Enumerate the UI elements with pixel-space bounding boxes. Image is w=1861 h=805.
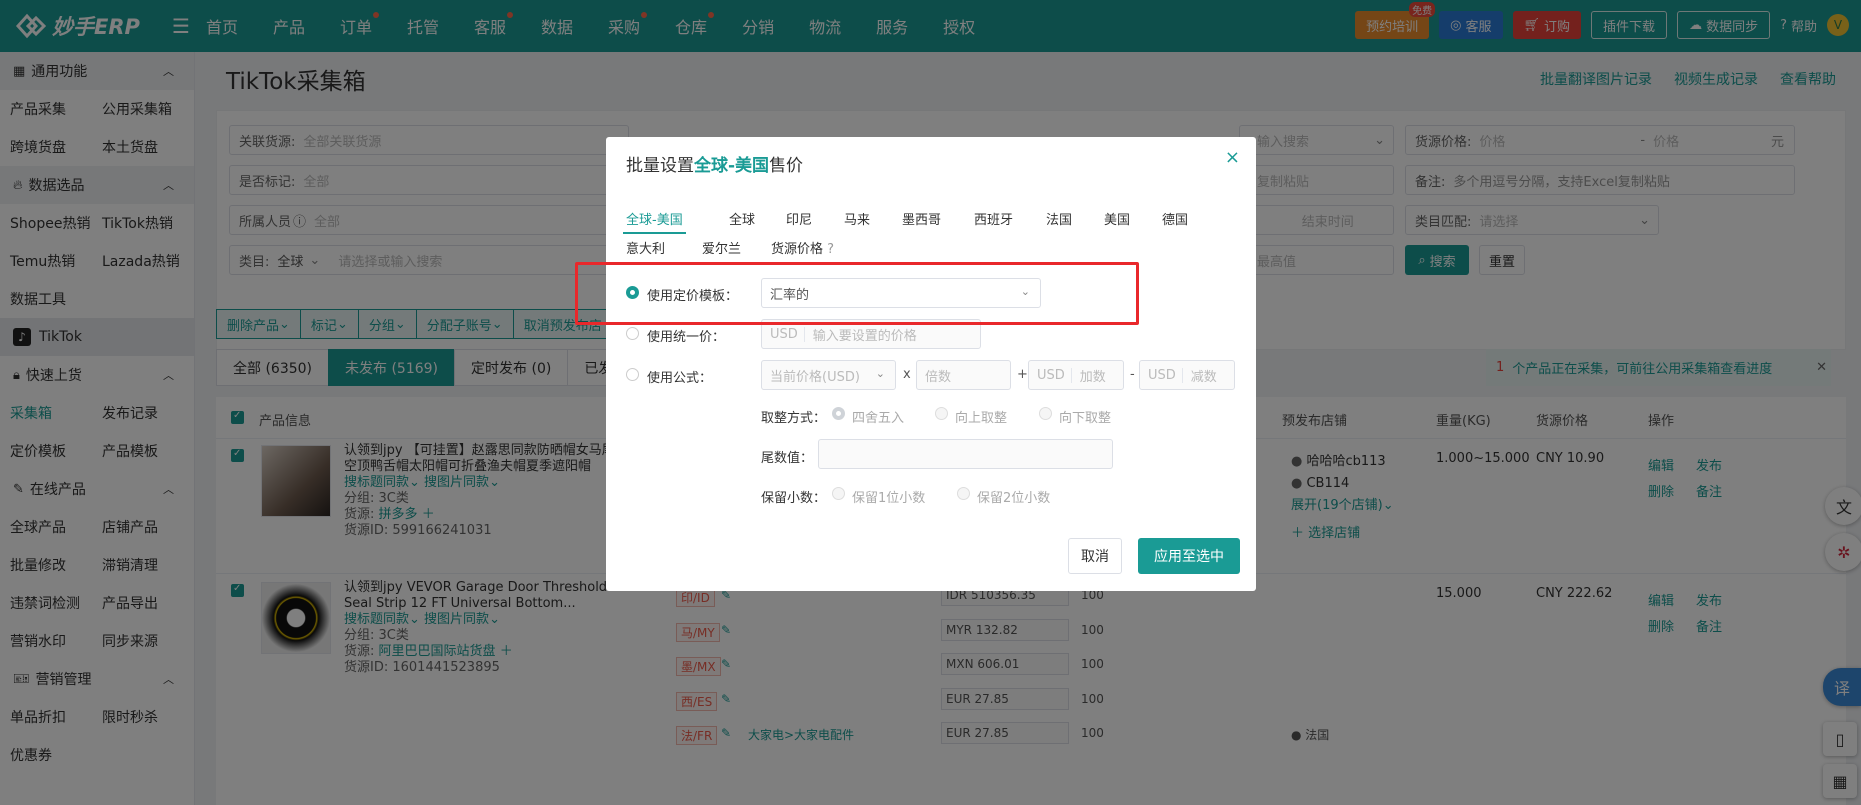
tab-ireland[interactable]: 爱尔兰: [702, 238, 741, 257]
tab-malaysia[interactable]: 马来: [844, 209, 870, 228]
help-icon: ?: [827, 242, 835, 257]
multiple-input[interactable]: 倍数: [916, 360, 1011, 390]
cancel-button[interactable]: 取消: [1068, 538, 1122, 574]
unified-price-radio[interactable]: [626, 327, 639, 340]
round-up-label: 向上取整: [955, 411, 1008, 426]
input-placeholder: 加数: [1079, 369, 1106, 385]
tail-value-input[interactable]: [818, 439, 1113, 469]
decimal-2-radio[interactable]: [957, 487, 970, 500]
tab-source-price[interactable]: 货源价格 ?: [771, 238, 834, 257]
highlight-box: [575, 262, 1139, 325]
tab-spain[interactable]: 西班牙: [974, 209, 1013, 228]
unified-option-label[interactable]: 使用统一价：: [647, 326, 725, 345]
title-prefix: 批量设置: [626, 156, 694, 176]
formula-option-label[interactable]: 使用公式：: [647, 367, 712, 386]
plus-sign: +: [1017, 367, 1028, 382]
tab-germany[interactable]: 德国: [1162, 209, 1188, 228]
batch-price-dialog: 批量设置全球-美国售价 × 全球-美国 全球 印尼 马来 墨西哥 西班牙 法国 …: [606, 137, 1256, 591]
decimal-1-label: 保留1位小数: [852, 491, 926, 506]
input-placeholder: 减数: [1190, 369, 1217, 385]
multiply-sign: x: [903, 367, 911, 382]
round-half-radio[interactable]: [832, 407, 845, 420]
apply-selected-button[interactable]: 应用至选中: [1138, 538, 1240, 574]
round-down-radio[interactable]: [1039, 407, 1052, 420]
dialog-title: 批量设置全球-美国售价: [626, 151, 803, 176]
title-suffix: 售价: [769, 156, 804, 176]
round-down-label: 向下取整: [1059, 411, 1112, 426]
tail-value-label: 尾数值：: [761, 451, 814, 466]
tab-global[interactable]: 全球: [729, 209, 755, 228]
tab-mexico[interactable]: 墨西哥: [902, 209, 941, 228]
input-placeholder: 倍数: [925, 369, 952, 385]
formula-base-select[interactable]: 当前价格(USD) ⌄: [761, 360, 896, 390]
round-up-radio[interactable]: [935, 407, 948, 420]
tab-italy[interactable]: 意大利: [626, 238, 665, 257]
tab-indonesia[interactable]: 印尼: [786, 209, 812, 228]
minus-sign: -: [1130, 367, 1135, 382]
title-highlight: 全球-美国: [694, 156, 770, 176]
decimal-1-radio[interactable]: [832, 487, 845, 500]
round-half-label: 四舍五入: [852, 411, 905, 426]
round-mode-label: 取整方式：: [761, 411, 827, 426]
currency-prefix: USD: [1148, 367, 1183, 383]
currency-prefix: USD: [770, 326, 805, 342]
base-value: 当前价格(USD): [770, 369, 860, 385]
chevron-down-icon: ⌄: [875, 367, 885, 380]
add-input[interactable]: USD 加数: [1028, 360, 1124, 390]
tab-usa[interactable]: 美国: [1104, 209, 1130, 228]
currency-prefix: USD: [1037, 367, 1072, 383]
tab-global-us[interactable]: 全球-美国: [623, 209, 686, 234]
decimal-2-label: 保留2位小数: [977, 491, 1051, 506]
subtract-input[interactable]: USD 减数: [1139, 360, 1235, 390]
tab-france[interactable]: 法国: [1046, 209, 1072, 228]
decimal-label: 保留小数：: [761, 491, 827, 506]
tab-label: 货源价格: [771, 242, 824, 257]
close-icon[interactable]: ×: [1225, 147, 1240, 168]
input-placeholder: 输入要设置的价格: [812, 328, 917, 344]
formula-radio[interactable]: [626, 368, 639, 381]
